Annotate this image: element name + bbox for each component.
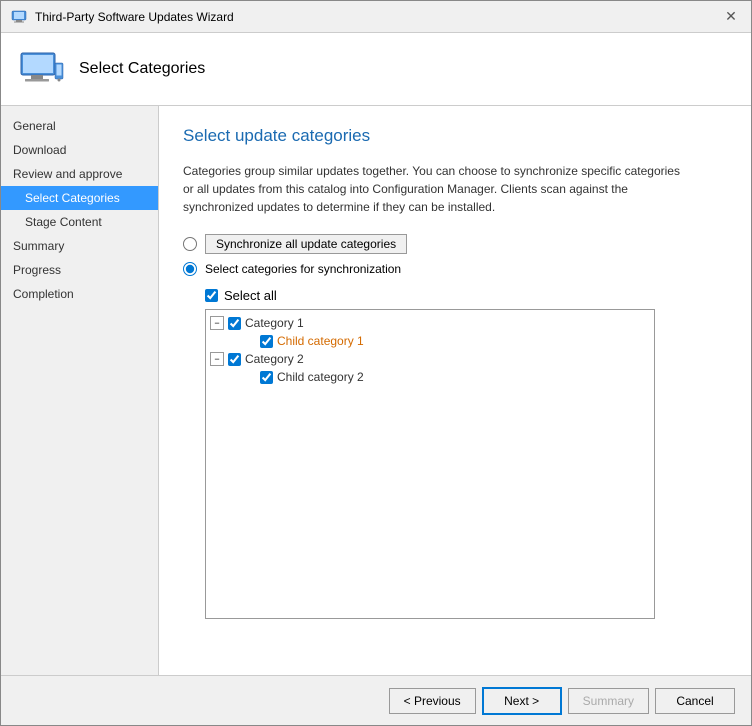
- title-bar: Third-Party Software Updates Wizard ✕: [1, 1, 751, 33]
- checkbox-category2[interactable]: [228, 353, 241, 366]
- sidebar-item-completion[interactable]: Completion: [1, 282, 158, 306]
- content-area: Select update categories Categories grou…: [159, 106, 751, 675]
- expand-icon-category1[interactable]: −: [210, 316, 224, 330]
- checkbox-category1[interactable]: [228, 317, 241, 330]
- checkbox-child-category1[interactable]: [260, 335, 273, 348]
- expand-icon-category2[interactable]: −: [210, 352, 224, 366]
- sync-all-button[interactable]: Synchronize all update categories: [205, 234, 407, 254]
- category2-label: Category 2: [245, 352, 304, 366]
- sidebar-item-select-categories[interactable]: Select Categories: [1, 186, 158, 210]
- close-button[interactable]: ✕: [721, 7, 741, 27]
- window-title: Third-Party Software Updates Wizard: [35, 10, 234, 24]
- tree-node-child-category1: Child category 1: [242, 332, 650, 350]
- previous-button[interactable]: < Previous: [389, 688, 476, 714]
- tree-node-category2: − Category 2: [210, 350, 650, 368]
- sidebar-item-download[interactable]: Download: [1, 138, 158, 162]
- checkbox-child-category2[interactable]: [260, 371, 273, 384]
- tree-container: Select all − Category 1 Child cat: [205, 288, 727, 619]
- header-title: Select Categories: [79, 60, 205, 78]
- category1-label: Category 1: [245, 316, 304, 330]
- wizard-window: Third-Party Software Updates Wizard ✕ Se…: [0, 0, 752, 726]
- sidebar-item-progress[interactable]: Progress: [1, 258, 158, 282]
- cancel-button[interactable]: Cancel: [655, 688, 735, 714]
- sidebar: General Download Review and approve Sele…: [1, 106, 159, 675]
- next-button[interactable]: Next >: [482, 687, 562, 715]
- radio-group: Synchronize all update categories Select…: [183, 234, 727, 276]
- select-all-checkbox[interactable]: [205, 289, 218, 302]
- description-text: Categories group similar updates togethe…: [183, 162, 683, 216]
- sync-all-radio[interactable]: [183, 237, 197, 251]
- tree-child-category2: Child category 2: [242, 368, 650, 386]
- content-title: Select update categories: [183, 126, 727, 146]
- tree-node-child-category2: Child category 2: [242, 368, 650, 386]
- select-specific-option: Select categories for synchronization: [183, 262, 727, 276]
- tree-node-category1: − Category 1: [210, 314, 650, 332]
- sidebar-item-stage-content[interactable]: Stage Content: [1, 210, 158, 234]
- dialog-header: Select Categories: [1, 33, 751, 106]
- main-content: General Download Review and approve Sele…: [1, 106, 751, 675]
- child-category1-label: Child category 1: [277, 334, 364, 348]
- sync-all-option: Synchronize all update categories: [183, 234, 727, 254]
- app-icon: [11, 9, 27, 25]
- title-bar-left: Third-Party Software Updates Wizard: [11, 9, 234, 25]
- tree-box[interactable]: − Category 1 Child category 1: [205, 309, 655, 619]
- select-all-row: Select all: [205, 288, 727, 303]
- child-category2-label: Child category 2: [277, 370, 364, 384]
- select-specific-radio[interactable]: [183, 262, 197, 276]
- sidebar-item-review-approve[interactable]: Review and approve: [1, 162, 158, 186]
- sidebar-item-summary[interactable]: Summary: [1, 234, 158, 258]
- header-icon: [17, 45, 65, 93]
- select-all-label: Select all: [224, 288, 277, 303]
- summary-button[interactable]: Summary: [568, 688, 649, 714]
- select-specific-label: Select categories for synchronization: [205, 262, 401, 276]
- tree-child-category1: Child category 1: [242, 332, 650, 350]
- sidebar-item-general[interactable]: General: [1, 114, 158, 138]
- footer: < Previous Next > Summary Cancel: [1, 675, 751, 725]
